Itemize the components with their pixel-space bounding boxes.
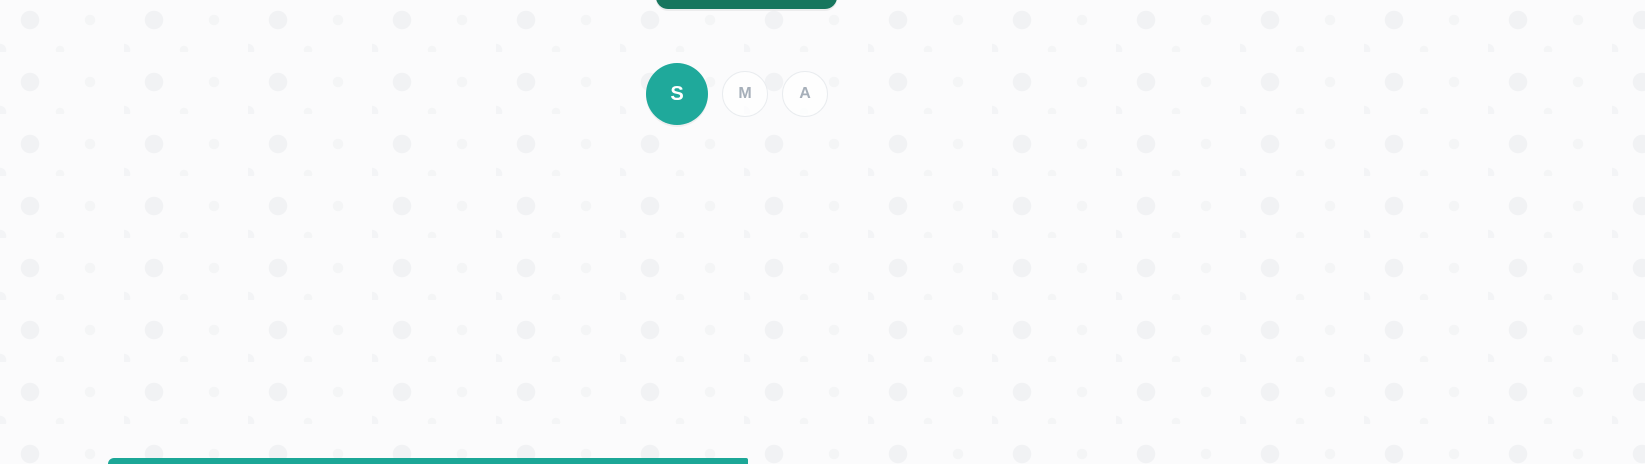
primary-action-button[interactable] — [656, 0, 837, 9]
size-option-m[interactable]: M — [722, 71, 768, 117]
bottom-accent-bar — [108, 458, 748, 464]
size-option-a[interactable]: A — [782, 71, 828, 117]
size-option-s[interactable]: S — [646, 63, 708, 125]
size-selector: S M A — [646, 63, 828, 125]
